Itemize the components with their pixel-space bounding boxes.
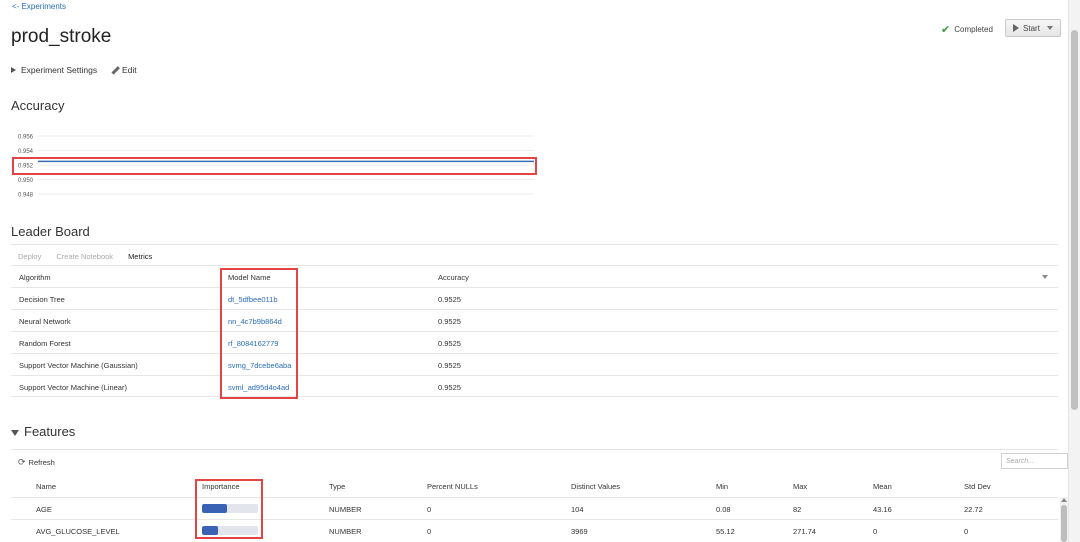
highlight-box-accuracy	[12, 157, 537, 175]
distinct-values-cell: 104	[571, 505, 584, 514]
leaderboard-table: Algorithm Model Name Accuracy Decision T…	[11, 265, 1058, 397]
scroll-up-icon[interactable]	[1061, 498, 1067, 502]
algorithm-cell: Support Vector Machine (Gaussian)	[19, 361, 138, 370]
tab-create-notebook[interactable]: Create Notebook	[56, 252, 113, 261]
pencil-icon	[110, 66, 119, 75]
accuracy-cell: 0.9525	[438, 339, 461, 348]
column-header-std-dev[interactable]: Std Dev	[964, 482, 991, 491]
accuracy-cell: 0.9525	[438, 295, 461, 304]
table-row[interactable]: Support Vector Machine (Linear) svml_ad9…	[11, 375, 1058, 397]
max-cell: 271.74	[793, 527, 816, 536]
chevron-down-icon[interactable]	[1042, 275, 1048, 279]
table-header-row: Name Importance Type Percent NULLs Disti…	[11, 475, 1058, 497]
std-dev-cell: 0	[964, 527, 969, 536]
table-row[interactable]: Neural Network nn_4c7b9b864d 0.9525	[11, 309, 1058, 331]
features-section-toggle[interactable]: Features	[11, 424, 75, 439]
features-heading: Features	[24, 424, 76, 439]
column-header-percent-nulls[interactable]: Percent NULLs	[427, 482, 478, 491]
column-header-accuracy[interactable]: Accuracy	[438, 273, 469, 282]
chevron-down-icon	[1046, 26, 1053, 30]
column-header-type[interactable]: Type	[329, 482, 345, 491]
start-label: Start	[1023, 23, 1040, 33]
edit-label: Edit	[122, 65, 137, 75]
search-input[interactable]	[1001, 453, 1068, 469]
column-header-max[interactable]: Max	[793, 482, 807, 491]
y-tick-label: 0.954	[18, 149, 34, 155]
table-row[interactable]: Support Vector Machine (Gaussian) svmg_7…	[11, 353, 1058, 375]
page-title: prod_stroke	[11, 26, 112, 47]
percent-nulls-cell: 0	[427, 527, 432, 536]
column-header-distinct-values[interactable]: Distinct Values	[571, 482, 620, 491]
type-cell: NUMBER	[329, 527, 362, 536]
accuracy-cell: 0.9525	[438, 361, 461, 370]
y-tick-label: 0.950	[18, 178, 34, 184]
edit-button[interactable]: Edit	[110, 65, 137, 75]
back-link[interactable]: <- Experiments	[12, 2, 66, 11]
max-cell: 82	[793, 505, 802, 514]
mean-cell: 0	[873, 527, 878, 536]
column-header-min[interactable]: Min	[716, 482, 728, 491]
experiment-settings-label: Experiment Settings	[21, 65, 98, 75]
y-tick-label: 0.956	[18, 135, 34, 141]
refresh-icon: ⟳	[18, 457, 26, 467]
column-header-algorithm[interactable]: Algorithm	[19, 273, 51, 282]
y-tick-label: 0.948	[18, 193, 34, 199]
collapse-arrow-icon	[11, 429, 19, 436]
type-cell: NUMBER	[329, 505, 362, 514]
start-button[interactable]: Start	[1005, 19, 1061, 37]
divider	[11, 449, 1058, 450]
expand-arrow-icon	[11, 67, 16, 73]
tab-deploy[interactable]: Deploy	[18, 252, 41, 261]
algorithm-cell: Support Vector Machine (Linear)	[19, 383, 127, 392]
column-header-mean[interactable]: Mean	[873, 482, 892, 491]
algorithm-cell: Random Forest	[19, 339, 71, 348]
feature-name-cell: AGE	[36, 505, 52, 514]
page-scrollbar-thumb[interactable]	[1071, 30, 1078, 410]
table-row[interactable]: Decision Tree dt_5dfbee011b 0.9525	[11, 287, 1058, 309]
column-header-name[interactable]: Name	[36, 482, 56, 491]
features-scrollbar-thumb[interactable]	[1061, 505, 1067, 542]
check-icon: ✔	[941, 24, 951, 36]
status-label: Completed	[954, 25, 993, 34]
play-icon	[1013, 24, 1020, 32]
feature-name-cell: AVG_GLUCOSE_LEVEL	[36, 527, 120, 536]
table-row[interactable]: AGE NUMBER 0 104 0.08 82 43.16 22.72	[11, 497, 1058, 519]
leaderboard-tabs: Deploy Create Notebook Metrics	[18, 252, 152, 261]
refresh-label: Refresh	[28, 458, 55, 467]
accuracy-heading: Accuracy	[11, 98, 65, 113]
min-cell: 0.08	[716, 505, 731, 514]
divider	[11, 244, 1058, 245]
table-row[interactable]: AVG_GLUCOSE_LEVEL NUMBER 0 3969 55.12 27…	[11, 519, 1058, 541]
std-dev-cell: 22.72	[964, 505, 983, 514]
table-row[interactable]: Random Forest rf_8084162779 0.9525	[11, 331, 1058, 353]
distinct-values-cell: 3969	[571, 527, 588, 536]
leaderboard-heading: Leader Board	[11, 224, 90, 239]
accuracy-cell: 0.9525	[438, 383, 461, 392]
experiment-settings-toggle[interactable]: Experiment Settings	[11, 65, 97, 75]
highlight-box-model-name	[220, 268, 298, 399]
highlight-box-importance	[195, 479, 263, 539]
min-cell: 55.12	[716, 527, 735, 536]
accuracy-cell: 0.9525	[438, 317, 461, 326]
mean-cell: 43.16	[873, 505, 892, 514]
percent-nulls-cell: 0	[427, 505, 432, 514]
tab-metrics[interactable]: Metrics	[128, 252, 152, 261]
algorithm-cell: Neural Network	[19, 317, 71, 326]
algorithm-cell: Decision Tree	[19, 295, 65, 304]
table-header-row: Algorithm Model Name Accuracy	[11, 265, 1058, 287]
status-indicator: ✔ Completed	[941, 23, 993, 36]
features-table: Name Importance Type Percent NULLs Disti…	[11, 475, 1058, 541]
refresh-button[interactable]: ⟳ Refresh	[18, 457, 55, 468]
